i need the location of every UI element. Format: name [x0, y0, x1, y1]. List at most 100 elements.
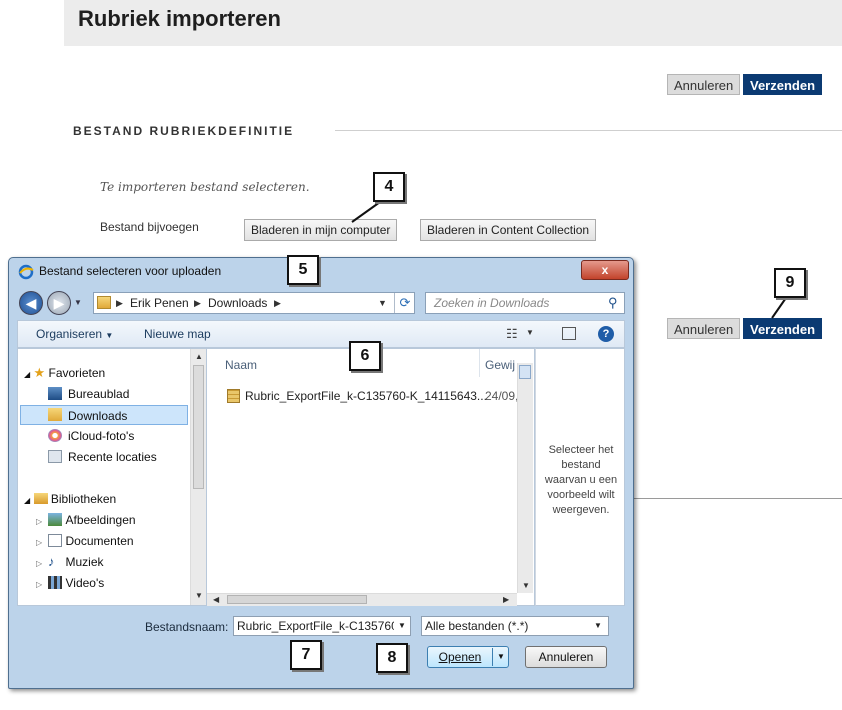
recent-places-icon: [48, 450, 62, 463]
star-icon: ★: [33, 365, 46, 380]
preview-pane: Selecteer het bestand waarvan u een voor…: [535, 348, 625, 606]
file-open-dialog: Bestand selecteren voor uploaden x ◀ ▶ ▼…: [8, 257, 634, 689]
folder-icon: [97, 296, 111, 309]
file-date: 24/09,: [485, 389, 519, 403]
videos-icon: [48, 576, 62, 589]
file-name: Rubric_ExportFile_k-C135760-K_14115643..…: [245, 389, 487, 403]
organize-menu[interactable]: Organiseren ▼: [36, 327, 113, 341]
nav-item-label: Documenten: [65, 534, 134, 548]
nav-item-documents[interactable]: ▷ Documenten: [36, 531, 134, 551]
breadcrumb-separator-icon: ▶: [116, 298, 123, 308]
open-button-label: Openen: [438, 650, 482, 664]
nav-item-downloads[interactable]: Downloads: [20, 405, 188, 425]
file-list-scrollbar[interactable]: ▼: [517, 363, 533, 593]
nav-item-desktop[interactable]: Bureaublad: [48, 384, 129, 404]
chevron-down-icon[interactable]: ▼: [594, 617, 602, 635]
help-icon[interactable]: ?: [598, 326, 614, 342]
filename-input[interactable]: Rubric_ExportFile_k-C135760- ▼: [233, 616, 411, 636]
history-dropdown-icon[interactable]: ▼: [74, 298, 82, 307]
nav-item-icloud-photos[interactable]: iCloud-foto's: [48, 426, 134, 446]
file-type-value: Alle bestanden (*.*): [425, 619, 529, 633]
nav-item-pictures[interactable]: ▷ Afbeeldingen: [36, 510, 136, 530]
new-folder-button[interactable]: Nieuwe map: [144, 327, 211, 341]
nav-item-label: Bureaublad: [68, 387, 130, 401]
collapse-arrow-icon: ◢: [24, 370, 31, 379]
expand-arrow-icon: ▷: [36, 538, 43, 547]
documents-icon: [48, 534, 62, 547]
file-list-pane: Naam Gewij Rubric_ExportFile_k-C135760-K…: [207, 348, 535, 606]
nav-item-videos[interactable]: ▷ Video's: [36, 573, 104, 593]
navigation-bar: ◀ ▶ ▼ ▶ Erik Penen ▶ Downloads ▶ ▼ ⟳ Zoe…: [17, 288, 625, 318]
callout-8: 8: [376, 643, 408, 673]
expand-arrow-icon: ▷: [36, 559, 43, 568]
callout-4: 4: [373, 172, 405, 202]
scroll-right-icon[interactable]: ▶: [503, 595, 509, 604]
column-divider: [479, 349, 480, 377]
file-list-hscrollbar[interactable]: ◀ ▶: [207, 593, 517, 606]
chevron-down-icon[interactable]: ▼: [492, 648, 509, 666]
organize-label: Organiseren: [36, 327, 103, 341]
callout-5: 5: [287, 255, 319, 285]
tree-libraries[interactable]: ◢ Bibliotheken: [24, 489, 116, 509]
dialog-title: Bestand selecteren voor uploaden: [39, 264, 222, 278]
filename-label: Bestandsnaam:: [145, 620, 229, 634]
downloads-folder-icon: [48, 408, 62, 421]
scroll-thumb[interactable]: [193, 365, 204, 489]
nav-item-label: iCloud-foto's: [68, 429, 135, 443]
filename-value: Rubric_ExportFile_k-C135760-: [237, 619, 402, 633]
collapse-arrow-icon: ◢: [24, 496, 31, 505]
close-button[interactable]: x: [581, 260, 629, 280]
expand-arrow-icon: ▷: [36, 580, 43, 589]
forward-icon[interactable]: ▶: [47, 291, 71, 315]
search-placeholder: Zoeken in Downloads: [434, 296, 550, 310]
breadcrumb-separator-icon: ▶: [274, 298, 281, 308]
favorites-label: Favorieten: [48, 366, 106, 380]
nav-scrollbar[interactable]: ▲ ▼: [190, 349, 206, 605]
callout-9: 9: [774, 268, 806, 298]
chevron-down-icon[interactable]: ▼: [394, 617, 410, 635]
address-bar[interactable]: ▶ Erik Penen ▶ Downloads ▶ ▼ ⟳: [93, 292, 415, 314]
preview-pane-icon[interactable]: [562, 327, 576, 340]
icloud-photos-icon: [48, 429, 62, 442]
address-dropdown-icon[interactable]: ▼: [378, 293, 387, 313]
view-options-icon[interactable]: ☷: [506, 326, 518, 342]
scroll-left-icon[interactable]: ◀: [213, 595, 219, 604]
libraries-icon: [33, 493, 48, 504]
refresh-icon[interactable]: ⟳: [394, 293, 415, 313]
tree-favorites[interactable]: ◢ ★ Favorieten: [24, 363, 105, 383]
dialog-cancel-button[interactable]: Annuleren: [525, 646, 607, 668]
scroll-down-icon[interactable]: ▼: [195, 591, 203, 600]
preview-message: Selecteer het bestand waarvan u een voor…: [544, 444, 618, 516]
column-header-name[interactable]: Naam: [225, 358, 257, 372]
nav-item-label: Video's: [65, 576, 105, 590]
file-row[interactable]: Rubric_ExportFile_k-C135760-K_14115643..…: [225, 387, 487, 405]
back-icon[interactable]: ◀: [19, 291, 43, 315]
file-type-select[interactable]: Alle bestanden (*.*) ▼: [421, 616, 609, 636]
hscroll-thumb[interactable]: [227, 595, 367, 604]
nav-item-music[interactable]: ▷ ♪ Muziek: [36, 552, 104, 572]
search-input[interactable]: Zoeken in Downloads ⚲: [425, 292, 625, 314]
scroll-up-icon[interactable]: ▲: [195, 352, 203, 361]
desktop-icon: [48, 387, 62, 400]
scroll-down-icon[interactable]: ▼: [522, 581, 530, 590]
breadcrumb-item[interactable]: Erik Penen: [130, 293, 189, 313]
dialog-toolbar: Organiseren ▼ Nieuwe map ☷ ▼ ?: [17, 320, 625, 348]
breadcrumb-separator-icon: ▶: [194, 298, 201, 308]
zip-file-icon: [227, 389, 240, 403]
nav-item-label: Afbeeldingen: [65, 513, 136, 527]
nav-item-label: Downloads: [68, 409, 128, 423]
nav-item-recent-places[interactable]: Recente locaties: [48, 447, 157, 467]
callout-7: 7: [290, 640, 322, 670]
expand-arrow-icon: ▷: [36, 517, 43, 526]
column-header-modified[interactable]: Gewij: [485, 358, 515, 372]
chevron-down-icon: ▼: [105, 331, 114, 340]
callout-6: 6: [349, 341, 381, 371]
libraries-label: Bibliotheken: [50, 492, 117, 506]
breadcrumb-item[interactable]: Downloads: [208, 293, 267, 313]
scroll-thumb[interactable]: [519, 365, 531, 379]
pictures-icon: [48, 513, 62, 526]
search-icon[interactable]: ⚲: [608, 293, 618, 313]
open-button[interactable]: Openen ▼: [427, 646, 509, 668]
music-icon: ♪: [48, 554, 55, 569]
chevron-down-icon[interactable]: ▼: [526, 328, 534, 337]
